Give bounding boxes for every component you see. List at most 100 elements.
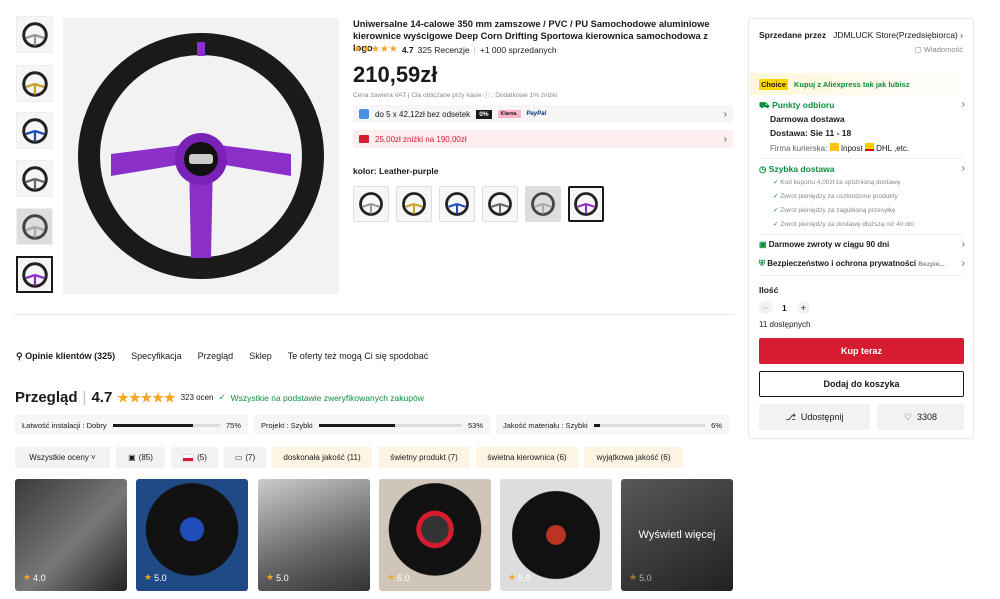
rating-bar-design: Projekt : Szybki 53% — [254, 415, 490, 435]
seller-row: Sprzedane przez JDMLUCK Store(Przedsiębi… — [759, 30, 963, 40]
courier-dhl: DHL ,etc. — [876, 144, 910, 153]
rating-bar-track — [318, 423, 462, 427]
wheel-thumbnail-icon — [21, 261, 48, 288]
coupon-bar[interactable]: 25,00zł zniżki na 190,00zł › — [353, 130, 733, 148]
filter-tag-wheel[interactable]: świetna kierownica (6) — [476, 447, 578, 468]
tab-reviews[interactable]: ⚲ Opinie klientów (325) — [16, 351, 115, 362]
vat-note: Cena zawiera VAT | Cła obliczane przy ka… — [353, 92, 557, 99]
rating-bar-fill — [112, 423, 194, 427]
color-swatch-2[interactable] — [396, 186, 432, 222]
review-image-score-value: 5.0 — [276, 572, 289, 583]
returns-row[interactable]: ▣ Darmowe zwroty w ciągu 90 dni — [759, 240, 889, 249]
review-image-score-value: 5.0 — [397, 572, 410, 583]
filter-all-ratings[interactable]: Wszystkie oceny ˅ — [15, 447, 110, 468]
thumbnail-2[interactable] — [16, 65, 53, 102]
color-swatch-4[interactable] — [482, 186, 518, 222]
review-image-score: ★ 4.0 — [23, 572, 46, 583]
thumbnail-6-selected[interactable] — [16, 256, 53, 293]
increment-button[interactable]: + — [796, 301, 810, 314]
quantity-value[interactable]: 1 — [782, 303, 787, 313]
security-row[interactable]: ⛨ Bezpieczeństwo i ochrona prywatności B… — [759, 259, 945, 269]
filter-tag-quality[interactable]: doskonała jakość (11) — [272, 447, 372, 468]
fast-delivery-row[interactable]: ◷ Szybka dostawa — [759, 164, 834, 175]
color-swatch-3[interactable] — [439, 186, 475, 222]
rating-bar-pct: 6% — [711, 420, 722, 430]
star-icon: ★ — [23, 572, 32, 582]
buy-now-button[interactable]: Kup teraz — [759, 338, 964, 364]
zero-percent-badge: 0% — [476, 109, 492, 119]
filter-country[interactable]: (5) — [171, 447, 218, 468]
add-to-cart-button[interactable]: Dodaj do koszyka — [759, 371, 964, 397]
rating-bar-fill — [593, 423, 601, 427]
main-product-image[interactable] — [63, 18, 339, 294]
comment-icon: ▭ — [234, 453, 243, 462]
filter-photos[interactable]: ▣ (85) — [116, 447, 165, 468]
steering-wheel-image — [78, 33, 324, 279]
chevron-right-icon: › — [961, 239, 965, 250]
wishlist-button[interactable]: ♡ 3308 — [877, 404, 964, 430]
star-icon: ★ — [508, 572, 517, 582]
share-icon: ⎇ — [785, 411, 796, 422]
review-image-2[interactable]: ★ 5.0 — [136, 479, 248, 591]
returns-label: Darmowe zwroty w ciągu 90 dni — [768, 240, 890, 249]
rating-stars: ★★★★★ — [353, 44, 398, 55]
star-icon: ★ — [144, 572, 153, 582]
filter-comments[interactable]: ▭ (7) — [224, 447, 266, 468]
thumbnail-4[interactable] — [16, 160, 53, 197]
wheel-thumbnail-icon — [21, 70, 48, 97]
inpost-icon — [829, 143, 839, 151]
tab-overview[interactable]: Przegląd — [198, 351, 234, 362]
thumbnail-1[interactable] — [16, 16, 53, 53]
location-pin-icon: ⚲ — [16, 351, 26, 361]
star-icon: ★ — [387, 572, 396, 582]
color-swatch-1[interactable] — [353, 186, 389, 222]
reviews-link[interactable]: 325 Recenzje — [418, 45, 470, 55]
decrement-button[interactable]: − — [759, 301, 772, 314]
rating-row: ★★★★★ 4.7 325 Recenzje | +1 000 sprzedan… — [353, 44, 557, 55]
show-more-label: Wyświetl więcej — [638, 529, 716, 541]
panel-divider — [759, 275, 963, 276]
choice-banner: Choice Kupuj z Aliexpress tak jak lubisz — [750, 73, 972, 95]
tab-store[interactable]: Sklep — [249, 351, 272, 362]
rating-bar-fill — [318, 423, 395, 427]
pickup-label: Punkty odbioru — [772, 100, 835, 110]
review-image-4[interactable]: ★ 5.0 — [379, 479, 491, 591]
wheel-swatch-icon — [445, 192, 469, 216]
free-delivery: Darmowa dostawa — [770, 114, 845, 124]
wishlist-count: 3308 — [917, 412, 938, 422]
panel-divider — [759, 158, 963, 159]
color-swatch-5[interactable] — [525, 186, 561, 222]
review-image-6-more[interactable]: Wyświetl więcej ★ 5.0 — [621, 479, 733, 591]
sold-count: +1 000 sprzedanych — [479, 44, 557, 55]
fast-item-text: Zwrot pieniędzy za dostawę dłuższą niż 4… — [780, 221, 914, 228]
review-image-5[interactable]: ★ 5.0 — [500, 479, 612, 591]
review-image-3[interactable]: ★ 5.0 — [258, 479, 370, 591]
installment-bar[interactable]: do 5 x 42,12zł bez odsetek 0% Klarna. Pa… — [353, 105, 733, 123]
filter-tag-exceptional[interactable]: wyjątkowa jakość (6) — [584, 447, 683, 468]
review-image-score-value: 4.0 — [33, 572, 46, 583]
pickup-row[interactable]: ⛟ Punkty odbioru — [759, 100, 834, 112]
message-link[interactable]: ▢ Wiadomość — [915, 45, 963, 54]
review-image-score: ★ 5.0 — [387, 572, 410, 583]
filter-comments-label: (7) — [245, 453, 256, 462]
review-image-score: ★ 5.0 — [508, 572, 531, 583]
review-image-1[interactable]: ★ 4.0 — [15, 479, 127, 591]
coupon-icon — [359, 135, 369, 143]
color-swatch-6-selected[interactable] — [568, 186, 604, 222]
thumbnail-5[interactable] — [16, 208, 53, 245]
seller-link[interactable]: JDMLUCK Store(Przedsiębiorca) › — [833, 30, 963, 40]
filter-tag-product[interactable]: świetny produkt (7) — [378, 447, 470, 468]
fast-item: ✓ Zwrot pieniędzy za uszkodzone produkty — [773, 192, 898, 200]
review-heading: Przegląd — [15, 389, 78, 406]
share-button[interactable]: ⎇ Udostępnij — [759, 404, 870, 430]
tab-recommend[interactable]: Te oferty też mogą Ci się spodobać — [288, 351, 429, 362]
tab-specs[interactable]: Specyfikacja — [131, 351, 182, 362]
review-header: Przegląd | 4.7 ★★★★★ 323 ocen ✓ Wszystki… — [15, 389, 424, 406]
available-count: 11 dostępnych — [759, 320, 811, 329]
heart-icon: ♡ — [903, 411, 913, 422]
review-image-score-value: 5.0 — [518, 572, 531, 583]
thumbnail-3[interactable] — [16, 112, 53, 149]
rating-bar-pct: 75% — [225, 420, 241, 430]
image-icon: ▣ — [128, 453, 136, 462]
courier-row: Firma kurierska: Inpost DHL ,etc. — [770, 143, 909, 153]
